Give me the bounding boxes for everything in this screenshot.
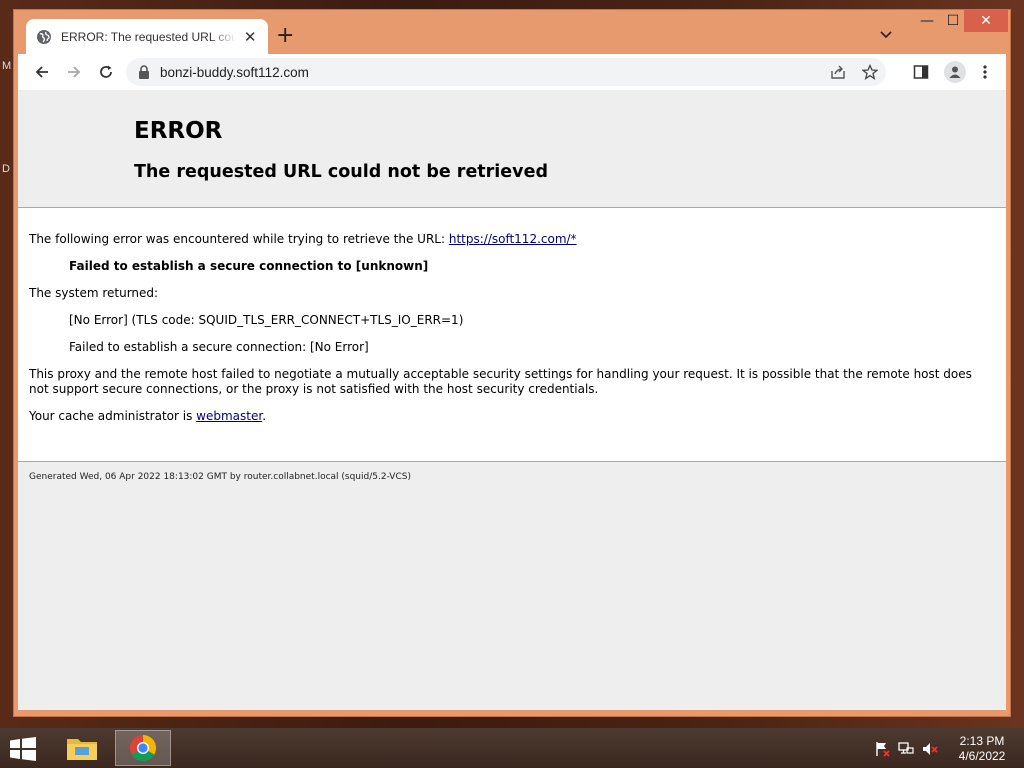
error-title: Failed to establish a secure connection … bbox=[69, 259, 429, 273]
intro-paragraph: The following error was encountered whil… bbox=[29, 232, 995, 247]
back-arrow-icon[interactable] bbox=[32, 62, 52, 82]
forward-arrow-icon[interactable] bbox=[64, 62, 84, 82]
windows-start-icon[interactable] bbox=[9, 737, 39, 761]
close-window-button[interactable]: ✕ bbox=[964, 10, 1008, 32]
requested-url-link[interactable]: https://soft112.com/* bbox=[449, 232, 577, 246]
browser-toolbar: bonzi-buddy.soft112.com bbox=[18, 54, 1006, 90]
chevron-down-icon[interactable] bbox=[878, 26, 894, 42]
error-header: ERROR The requested URL could not be ret… bbox=[18, 90, 1006, 208]
intro-text: The following error was encountered whil… bbox=[29, 232, 449, 246]
webmaster-link[interactable]: webmaster bbox=[196, 409, 262, 423]
browser-window: ERROR: The requested URL could not be re… bbox=[13, 9, 1011, 717]
page-title: ERROR bbox=[134, 118, 223, 144]
admin-prefix: Your cache administrator is bbox=[29, 409, 197, 423]
bookmark-star-icon[interactable] bbox=[862, 64, 878, 80]
taskbar: 2:13 PM 4/6/2022 bbox=[0, 728, 1024, 768]
share-icon[interactable] bbox=[830, 64, 846, 80]
address-bar[interactable]: bonzi-buddy.soft112.com bbox=[126, 58, 886, 86]
new-tab-button[interactable]: + bbox=[276, 24, 294, 48]
system-error-detail: Failed to establish a secure connection:… bbox=[69, 340, 369, 354]
footer-text: Generated Wed, 06 Apr 2022 18:13:02 GMT … bbox=[29, 472, 411, 482]
page-viewport: ERROR The requested URL could not be ret… bbox=[18, 90, 1006, 710]
admin-paragraph: Your cache administrator is webmaster. bbox=[29, 409, 995, 424]
lock-icon[interactable] bbox=[138, 65, 150, 79]
error-body: The following error was encountered whil… bbox=[18, 208, 1006, 424]
clock-date: 4/6/2022 bbox=[958, 749, 1006, 763]
system-clock[interactable]: 2:13 PM 4/6/2022 bbox=[952, 734, 1012, 764]
menu-kebab-icon[interactable] bbox=[976, 63, 994, 81]
chrome-icon[interactable] bbox=[115, 730, 171, 766]
clock-time: 2:13 PM bbox=[959, 734, 1005, 748]
reload-icon[interactable] bbox=[96, 62, 116, 82]
browser-tab[interactable]: ERROR: The requested URL could not be re… bbox=[26, 19, 268, 54]
system-error-code: [No Error] (TLS code: SQUID_TLS_ERR_CONN… bbox=[69, 313, 464, 327]
tab-close-icon[interactable]: ✕ bbox=[242, 28, 258, 46]
error-footer: Generated Wed, 06 Apr 2022 18:13:02 GMT … bbox=[18, 461, 1006, 710]
globe-icon bbox=[36, 29, 52, 45]
volume-muted-icon[interactable] bbox=[921, 740, 939, 758]
admin-suffix: . bbox=[262, 409, 267, 423]
page-subtitle: The requested URL could not be retrieved bbox=[134, 162, 548, 182]
tab-title: ERROR: The requested URL could not be re… bbox=[61, 29, 237, 44]
desktop-icon-label-d[interactable]: D bbox=[2, 163, 10, 175]
file-explorer-icon[interactable] bbox=[54, 730, 110, 766]
action-center-flag-icon[interactable] bbox=[873, 740, 891, 758]
title-bar: ERROR: The requested URL could not be re… bbox=[14, 10, 1010, 54]
side-panel-icon[interactable] bbox=[912, 63, 930, 81]
network-icon[interactable] bbox=[897, 740, 915, 758]
profile-avatar-icon[interactable] bbox=[944, 61, 966, 83]
system-returned-label: The system returned: bbox=[29, 286, 159, 300]
explanation-paragraph: This proxy and the remote host failed to… bbox=[29, 367, 972, 396]
desktop-icon-label-m[interactable]: M bbox=[2, 60, 11, 72]
url-text[interactable]: bonzi-buddy.soft112.com bbox=[160, 65, 309, 80]
